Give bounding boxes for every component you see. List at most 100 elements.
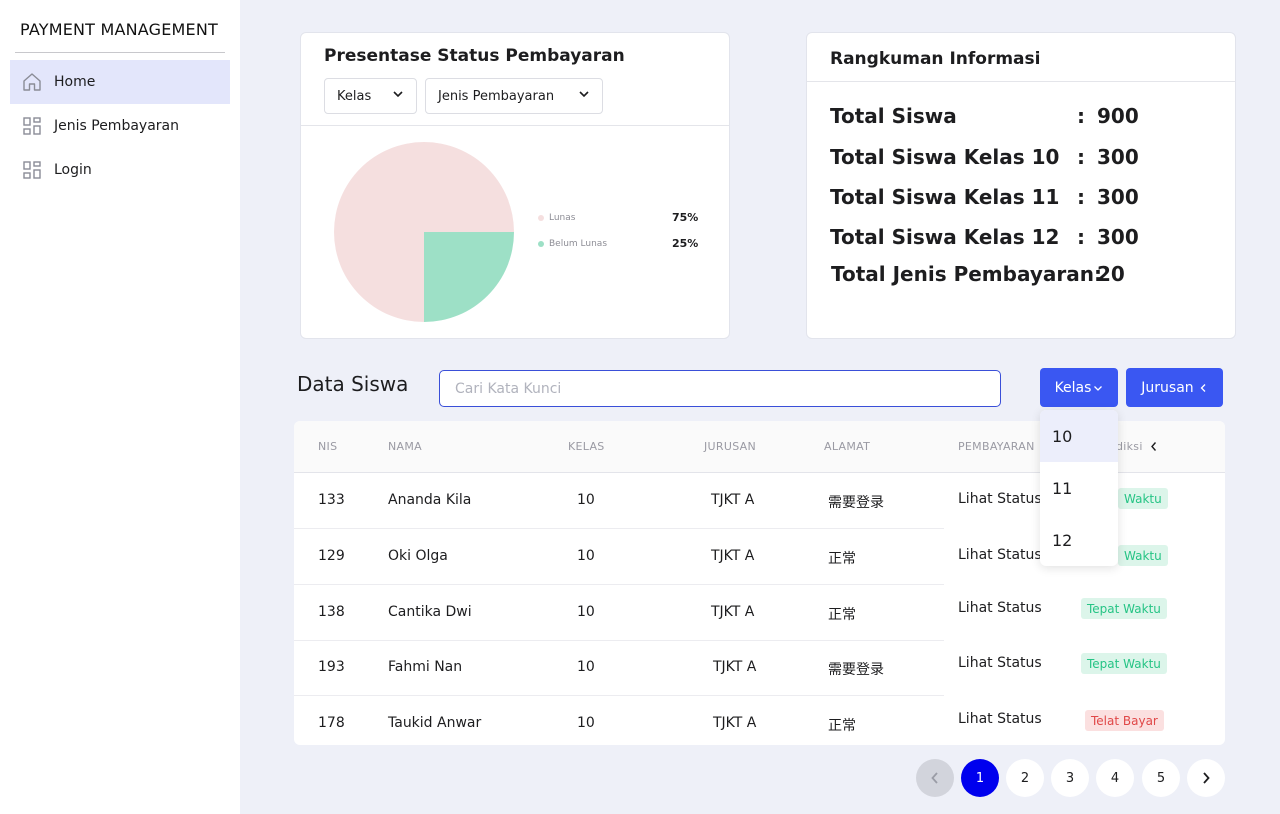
cell-nama: Cantika Dwi bbox=[388, 604, 472, 620]
chevron-down-icon bbox=[1093, 383, 1103, 393]
home-icon bbox=[22, 72, 42, 92]
sidebar-item-label: Home bbox=[54, 74, 96, 90]
summary-value: 900 bbox=[1097, 104, 1139, 128]
summary-label: Total Siswa Kelas 10 bbox=[830, 145, 1060, 169]
cell-kelas: 10 bbox=[577, 492, 595, 508]
pie-slice-belum-lunas bbox=[424, 232, 514, 322]
sidebar-item-label: Jenis Pembayaran bbox=[54, 118, 179, 134]
legend-label: Belum Lunas bbox=[549, 239, 608, 249]
card-divider bbox=[807, 81, 1235, 82]
page-button-5[interactable]: 5 bbox=[1142, 759, 1180, 797]
summary-colon: : bbox=[1077, 104, 1085, 128]
chevron-down-icon bbox=[392, 88, 404, 104]
column-header: diksi bbox=[1116, 440, 1143, 453]
status-badge: Waktu bbox=[1118, 488, 1168, 509]
dropdown-option-10[interactable]: 10 bbox=[1040, 410, 1118, 462]
cell-alamat: 正常 bbox=[828, 718, 856, 734]
cell-alamat: 需要登录 bbox=[828, 662, 884, 678]
search-input[interactable] bbox=[439, 370, 1001, 407]
cell-kelas: 10 bbox=[577, 604, 595, 620]
status-card: Presentase Status Pembayaran Kelas Jenis… bbox=[300, 32, 730, 339]
summary-colon: : bbox=[1077, 185, 1085, 209]
page-button-3[interactable]: 3 bbox=[1051, 759, 1089, 797]
column-header: PEMBAYARAN bbox=[958, 440, 1035, 453]
cell-nama: Fahmi Nan bbox=[388, 659, 463, 675]
data-siswa-title: Data Siswa bbox=[297, 372, 409, 396]
cell-kelas: 10 bbox=[577, 715, 595, 731]
jurusan-filter-button[interactable]: Jurusan bbox=[1126, 368, 1223, 407]
summary-colon: : bbox=[1077, 145, 1085, 169]
table-row: 178 Taukid Anwar 10 TJKT A 正常 Lihat Stat… bbox=[294, 696, 1225, 745]
status-badge: Tepat Waktu bbox=[1081, 598, 1167, 619]
jenis-select-label: Jenis Pembayaran bbox=[438, 88, 555, 104]
summary-value: 300 bbox=[1097, 185, 1139, 209]
page-button-1[interactable]: 1 bbox=[961, 759, 999, 797]
lihat-status-link[interactable]: Lihat Status bbox=[958, 547, 1042, 563]
sidebar-item-login[interactable]: Login bbox=[10, 148, 230, 192]
legend-item-belum-lunas: Belum Lunas bbox=[538, 239, 607, 249]
cell-alamat: 正常 bbox=[828, 607, 856, 623]
cell-nis: 193 bbox=[318, 659, 345, 675]
sidebar-item-jenis-pembayaran[interactable]: Jenis Pembayaran bbox=[10, 104, 230, 148]
page-button-2[interactable]: 2 bbox=[1006, 759, 1044, 797]
chevron-right-icon bbox=[1200, 771, 1212, 785]
app-brand: PAYMENT MANAGEMENT bbox=[20, 20, 218, 39]
summary-label: Total Siswa bbox=[830, 104, 957, 128]
legend-item-lunas: Lunas bbox=[538, 213, 575, 223]
lihat-status-link[interactable]: Lihat Status bbox=[958, 491, 1042, 507]
summary-label: Total Jenis Pembayaran: bbox=[831, 262, 1102, 286]
chevron-left-icon bbox=[929, 771, 941, 785]
summary-value: 300 bbox=[1097, 225, 1139, 249]
legend-label: Lunas bbox=[549, 213, 576, 223]
chevron-down-icon bbox=[578, 88, 590, 104]
page-button-4[interactable]: 4 bbox=[1096, 759, 1134, 797]
cell-nis: 138 bbox=[318, 604, 345, 620]
grid-icon bbox=[22, 116, 42, 136]
lihat-status-link[interactable]: Lihat Status bbox=[958, 711, 1042, 727]
summary-card: Rangkuman Informasi Total Siswa : 900 To… bbox=[806, 32, 1236, 339]
cell-nama: Oki Olga bbox=[388, 548, 448, 564]
kelas-select[interactable]: Kelas bbox=[324, 78, 417, 114]
chevron-left-icon[interactable] bbox=[1149, 441, 1159, 452]
lihat-status-link[interactable]: Lihat Status bbox=[958, 655, 1042, 671]
cell-nama: Taukid Anwar bbox=[388, 715, 482, 731]
kelas-select-label: Kelas bbox=[337, 88, 372, 104]
status-card-title: Presentase Status Pembayaran bbox=[324, 46, 625, 66]
cell-nis: 178 bbox=[318, 715, 345, 731]
table-row: 193 Fahmi Nan 10 TJKT A 需要登录 Lihat Statu… bbox=[294, 640, 1225, 696]
jenis-pembayaran-select[interactable]: Jenis Pembayaran bbox=[425, 78, 603, 114]
column-header: NAMA bbox=[388, 440, 422, 453]
next-page-button[interactable] bbox=[1187, 759, 1225, 797]
jurusan-filter-label: Jurusan bbox=[1141, 379, 1194, 396]
summary-label: Total Siswa Kelas 12 bbox=[830, 225, 1060, 249]
legend-swatch bbox=[538, 241, 544, 247]
kelas-filter-label: Kelas bbox=[1054, 379, 1092, 396]
cell-jurusan: TJKT A bbox=[711, 548, 755, 564]
cell-jurusan: TJKT A bbox=[713, 715, 757, 731]
cell-jurusan: TJKT A bbox=[713, 659, 757, 675]
summary-label: Total Siswa Kelas 11 bbox=[830, 185, 1060, 209]
legend-value: 75% bbox=[672, 211, 699, 224]
column-header: JURUSAN bbox=[704, 440, 757, 453]
legend-swatch bbox=[538, 215, 544, 221]
column-header: NIS bbox=[318, 440, 338, 453]
prev-page-button[interactable] bbox=[916, 759, 954, 797]
sidebar-item-home[interactable]: Home bbox=[10, 60, 230, 104]
pie-chart bbox=[334, 142, 514, 322]
cell-alamat: 需要登录 bbox=[828, 495, 884, 511]
sidebar-item-label: Login bbox=[54, 162, 92, 178]
table-row: 138 Cantika Dwi 10 TJKT A 正常 Lihat Statu… bbox=[294, 585, 1225, 641]
chevron-left-icon bbox=[1198, 383, 1208, 393]
cell-jurusan: TJKT A bbox=[711, 604, 755, 620]
brand-divider bbox=[15, 52, 225, 53]
dropdown-option-12[interactable]: 12 bbox=[1040, 514, 1118, 566]
card-divider bbox=[301, 125, 729, 126]
dropdown-option-11[interactable]: 11 bbox=[1040, 462, 1118, 514]
summary-value: 300 bbox=[1097, 145, 1139, 169]
summary-value: 20 bbox=[1097, 262, 1125, 286]
cell-jurusan: TJKT A bbox=[711, 492, 755, 508]
summary-colon: : bbox=[1077, 225, 1085, 249]
lihat-status-link[interactable]: Lihat Status bbox=[958, 600, 1042, 616]
kelas-filter-button[interactable]: Kelas bbox=[1040, 368, 1118, 407]
column-header: ALAMAT bbox=[824, 440, 871, 453]
